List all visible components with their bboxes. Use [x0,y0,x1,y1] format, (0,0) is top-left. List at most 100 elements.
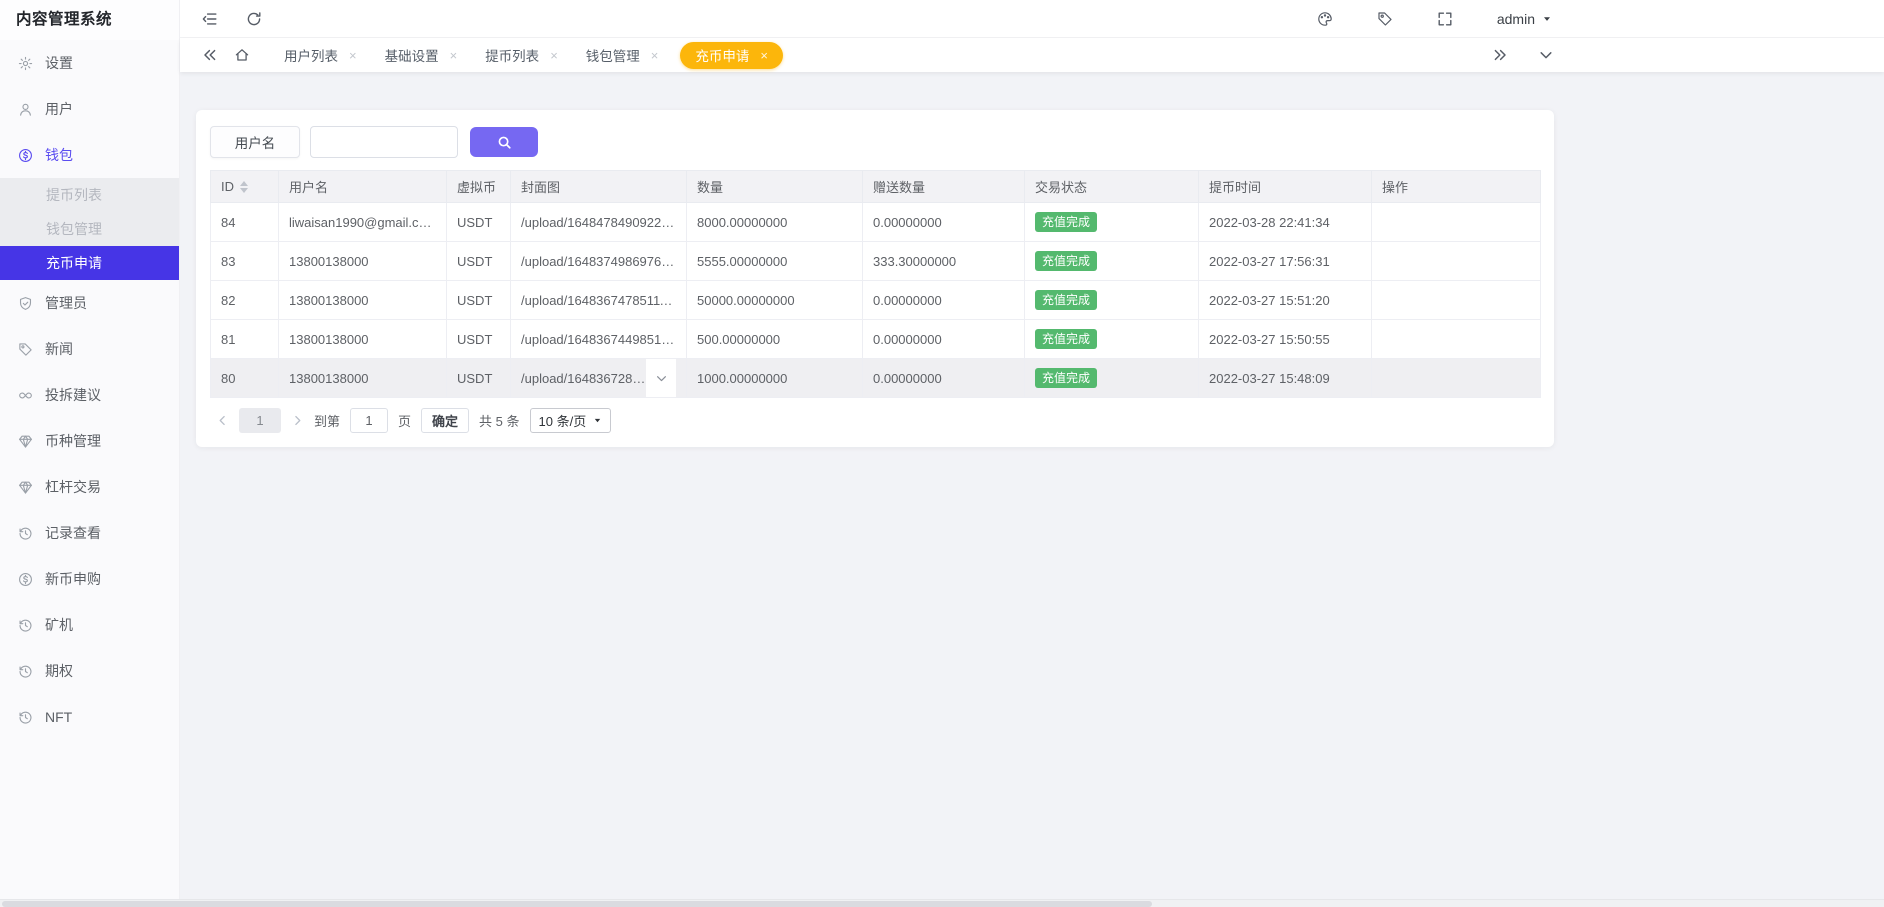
username-label: admin [1497,11,1535,27]
sidebar-item-新闻[interactable]: 新闻 [0,326,179,372]
sidebar-item-label: NFT [45,709,72,725]
sidebar-item-label: 新币申购 [45,569,101,589]
collapse-sidebar-icon[interactable] [202,11,218,27]
table-row[interactable]: 84liwaisan1990@gmail.comUSDT/upload/1648… [211,203,1541,242]
goto-page-input[interactable] [350,408,388,433]
sort-carets-icon[interactable] [240,181,248,193]
tab-提币列表[interactable]: 提币列表 × [473,38,570,72]
goto-prefix-label: 到第 [314,411,340,430]
tab-bar: 用户列表×基础设置×提币列表×钱包管理×充币申请× [180,38,1884,72]
app-logo: 内容管理系统 [0,0,179,40]
close-tab-icon[interactable]: × [651,49,659,62]
filter-field-button[interactable]: 用户名 [210,126,300,158]
column-header-action: 操作 [1372,171,1541,203]
cell-bonus: 0.00000000 [863,203,1025,242]
caret-down-icon [1542,14,1552,24]
user-icon [18,102,33,117]
tab-label: 提币列表 [485,45,539,65]
submenu-item-充币申请[interactable]: 充币申请 [0,246,179,280]
search-button[interactable] [470,127,538,157]
close-tab-icon[interactable]: × [349,49,357,62]
cell-username: 13800138000 [279,281,447,320]
sidebar-item-设置[interactable]: 设置 [0,40,179,86]
cell-amount: 500.00000000 [687,320,863,359]
table-row[interactable]: 8313800138000USDT/upload/164837498697635… [211,242,1541,281]
tab-钱包管理[interactable]: 钱包管理× [574,38,671,72]
palette-icon[interactable] [1317,11,1333,27]
sidebar-item-投拆建议[interactable]: 投拆建议 [0,372,179,418]
search-input[interactable] [310,126,458,158]
status-badge: 充值完成 [1035,329,1097,349]
user-menu[interactable]: admin [1497,11,1552,27]
tab-用户列表[interactable]: 用户列表× [272,38,369,72]
sidebar: 内容管理系统 设置用户钱包提币列表钱包管理充币申请管理员新闻投拆建议币种管理杠杆… [0,0,180,907]
tabs-menu-chevron-down-icon[interactable] [1538,47,1554,63]
tag-icon [18,342,33,357]
history-icon [18,664,33,679]
column-header-username: 用户名 [279,171,447,203]
cell-cover: /upload/1648374986976353... [511,242,687,281]
tabs-container: 用户列表×基础设置×提币列表×钱包管理×充币申请× [272,38,789,72]
column-header-id[interactable]: ID [211,171,279,203]
cell-username: 13800138000 [279,242,447,281]
sidebar-item-杠杆交易[interactable]: 杠杆交易 [0,464,179,510]
scrollbar-thumb[interactable] [2,901,1152,907]
column-header-amount: 数量 [687,171,863,203]
sidebar-item-label: 投拆建议 [45,385,101,405]
tag-icon[interactable] [1377,11,1393,27]
submenu-item-钱包管理[interactable]: 钱包管理 [0,212,179,246]
submenu-item-提币列表[interactable]: 提币列表 [0,178,179,212]
tabs-scroll-left-icon[interactable] [202,47,218,63]
sidebar-item-NFT[interactable]: NFT [0,694,179,740]
cell-bonus: 0.00000000 [863,320,1025,359]
prev-page-icon[interactable] [216,414,229,427]
sidebar-item-管理员[interactable]: 管理员 [0,280,179,326]
expand-cover-chevron-down-icon[interactable] [646,359,676,397]
close-tab-icon[interactable]: × [550,49,558,62]
sidebar-item-钱包[interactable]: 钱包 [0,132,179,178]
column-header-time: 提币时间 [1199,171,1372,203]
horizontal-scrollbar[interactable] [0,899,1884,907]
table-row[interactable]: 8213800138000USDT/upload/164836747851115… [211,281,1541,320]
sidebar-item-label: 杠杆交易 [45,477,101,497]
confirm-page-button[interactable]: 确定 [421,408,469,433]
sidebar-item-label: 矿机 [45,615,73,635]
close-tab-icon[interactable]: × [450,49,458,62]
cell-bonus: 0.00000000 [863,281,1025,320]
history-icon [18,618,33,633]
sidebar-item-label: 钱包 [45,145,73,165]
cell-id: 84 [211,203,279,242]
cell-username: 13800138000 [279,359,447,398]
table-row[interactable]: 8113800138000USDT/upload/164836744985188… [211,320,1541,359]
cell-id: 82 [211,281,279,320]
page-size-select[interactable]: 10 条/页 [530,408,612,433]
sidebar-item-币种管理[interactable]: 币种管理 [0,418,179,464]
cell-cover: /upload/1648367449851889... [511,320,687,359]
cell-amount: 5555.00000000 [687,242,863,281]
tab-基础设置[interactable]: 基础设置× [373,38,470,72]
close-tab-icon[interactable]: × [760,49,768,62]
status-badge: 充值完成 [1035,212,1097,232]
cell-id: 83 [211,242,279,281]
sidebar-item-用户[interactable]: 用户 [0,86,179,132]
cell-status: 充值完成 [1025,359,1199,398]
sidebar-item-矿机[interactable]: 矿机 [0,602,179,648]
sidebar-item-新币申购[interactable]: 新币申购 [0,556,179,602]
cell-time: 2022-03-28 22:41:34 [1199,203,1372,242]
column-header-bonus: 赠送数量 [863,171,1025,203]
table-row[interactable]: 8013800138000USDT/upload/164836728592212… [211,359,1541,398]
caret-down-icon [593,416,602,425]
column-header-cover: 封面图 [511,171,687,203]
tab-充币申请[interactable]: 充币申请× [680,42,783,69]
column-header-coin: 虚拟币 [447,171,511,203]
current-page-button[interactable]: 1 [239,408,281,433]
sidebar-item-期权[interactable]: 期权 [0,648,179,694]
cell-username: liwaisan1990@gmail.com [279,203,447,242]
sidebar-item-记录查看[interactable]: 记录查看 [0,510,179,556]
home-icon[interactable] [234,47,250,63]
cell-cover: /upload/1648367478511150.... [511,281,687,320]
next-page-icon[interactable] [291,414,304,427]
refresh-icon[interactable] [246,11,262,27]
tabs-scroll-right-icon[interactable] [1492,47,1508,63]
fullscreen-icon[interactable] [1437,11,1453,27]
